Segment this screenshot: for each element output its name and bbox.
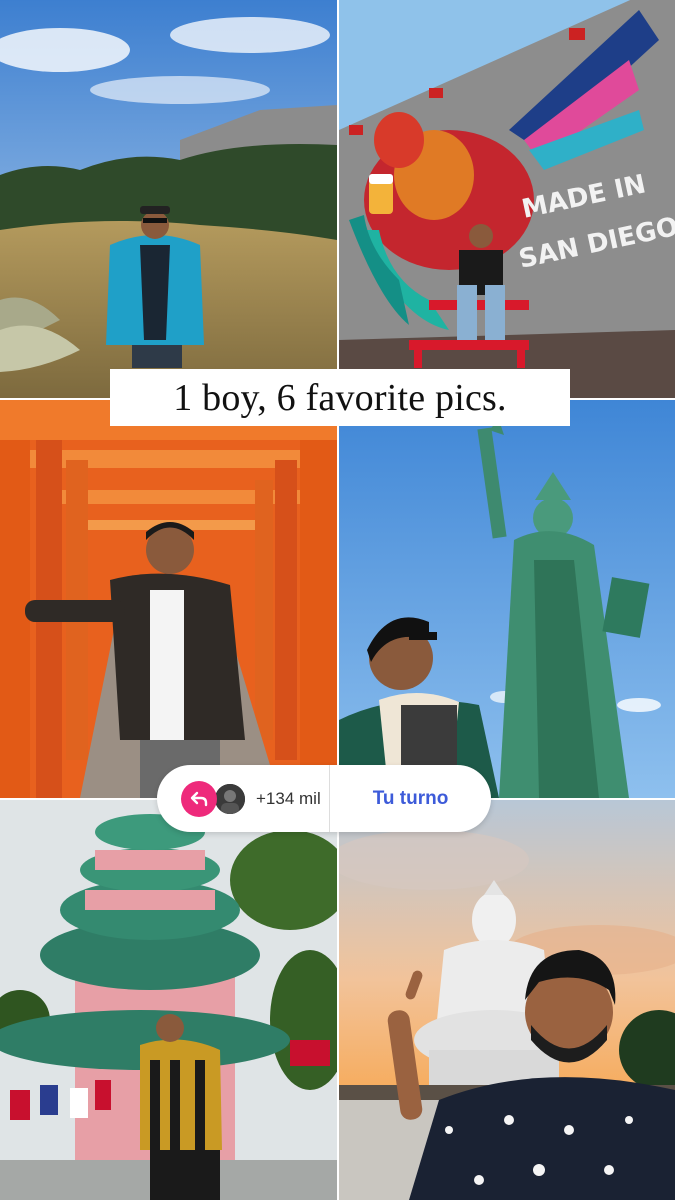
share-pill: +134 mil Tu turno <box>157 765 491 832</box>
collage-caption: 1 boy, 6 favorite pics. <box>110 369 570 426</box>
photo-dragon-temple[interactable] <box>0 800 337 1200</box>
statue-of-liberty-image <box>339 400 675 798</box>
torii-gates-image <box>0 400 337 798</box>
mountain-meadow-image <box>0 0 337 398</box>
dragon-temple-image <box>0 800 337 1200</box>
photo-made-in-san-diego-mural[interactable]: MADE IN SAN DIEGO <box>339 0 675 398</box>
photo-big-buddha[interactable] <box>339 800 675 1200</box>
photo-torii-gates[interactable] <box>0 400 337 798</box>
reply-arrow-glyph <box>190 791 208 806</box>
reply-arrow-icon <box>181 780 217 817</box>
photo-statue-of-liberty[interactable] <box>339 400 675 798</box>
your-turn-button[interactable]: Tu turno <box>330 765 491 832</box>
photo-collage: MADE IN SAN DIEGO 1 boy, 6 favorite pics… <box>0 0 675 1200</box>
participant-avatar <box>213 781 247 816</box>
participant-count: +134 mil <box>256 788 321 808</box>
san-diego-mural-image: MADE IN SAN DIEGO <box>339 0 675 398</box>
photo-mountain-meadow[interactable] <box>0 0 337 398</box>
reply-participants[interactable]: +134 mil <box>157 765 329 832</box>
big-buddha-image <box>339 800 675 1200</box>
avatar-image <box>215 783 245 814</box>
